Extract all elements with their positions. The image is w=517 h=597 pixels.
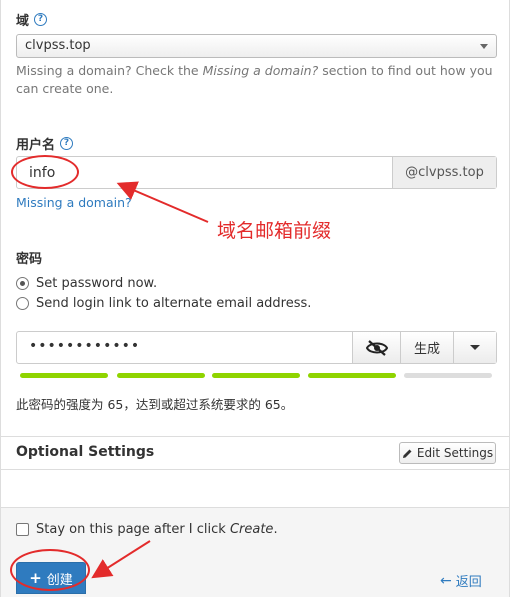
arrow-left-icon: ← [440, 572, 452, 589]
domain-suffix-addon: @clvpss.top [392, 157, 496, 188]
back-link[interactable]: ← 返回 [440, 571, 482, 591]
edit-settings-button[interactable]: Edit Settings [399, 442, 496, 464]
annotation-circle-username [11, 155, 79, 189]
stay-on-page-checkbox[interactable] [16, 523, 29, 536]
domain-select-value: clvpss.top [25, 38, 91, 53]
domain-label-text: 域 [16, 14, 30, 29]
caret-down-icon [470, 345, 480, 350]
password-strength-text: 此密码的强度为 65，达到或超过系统要求的 65。 [16, 397, 294, 412]
strength-meter-segment-4 [308, 373, 396, 378]
strength-meter-segment-1 [20, 373, 108, 378]
radio-set-password[interactable]: Set password now. [16, 276, 157, 291]
help-icon[interactable]: ? [60, 137, 74, 150]
divider [1, 469, 509, 470]
domain-select[interactable]: clvpss.top [16, 34, 497, 58]
caret-down-icon [480, 44, 488, 49]
stay-prefix: Stay on this page after I click [36, 522, 230, 537]
optional-settings-title: Optional Settings [16, 444, 155, 460]
password-label-text: 密码 [16, 252, 43, 267]
hint-prefix: Missing a domain? Check the [16, 63, 203, 78]
password-input-group: •••••••••••• 生成 [16, 331, 497, 364]
generate-options-dropdown[interactable] [453, 332, 496, 363]
pencil-icon [402, 449, 412, 458]
stay-em: Create [229, 522, 274, 537]
strength-meter-segment-3 [212, 373, 300, 378]
eye-slash-icon [365, 339, 388, 356]
radio-button[interactable] [16, 297, 29, 310]
hint-em: Missing a domain? [202, 63, 319, 78]
strength-meter-segment-2 [117, 373, 205, 378]
radio-send-login-link[interactable]: Send login link to alternate email addre… [16, 296, 311, 311]
domain-label: 域 ? [16, 10, 48, 29]
generate-password-button[interactable]: 生成 [400, 332, 453, 363]
annotation-text: 域名邮箱前缀 [217, 220, 332, 242]
domain-hint: Missing a domain? Check the Missing a do… [16, 62, 501, 98]
stay-suffix: . [273, 522, 278, 537]
radio-label: Set password now. [36, 276, 158, 291]
username-label-text: 用户名 [16, 138, 56, 153]
username-label: 用户名 ? [16, 134, 74, 153]
divider [1, 436, 509, 437]
edit-settings-label: Edit Settings [416, 446, 494, 460]
password-input[interactable]: •••••••••••• [17, 332, 352, 363]
stay-on-page-checkbox-row[interactable]: Stay on this page after I click Create. [16, 522, 278, 537]
radio-label: Send login link to alternate email addre… [36, 296, 312, 311]
password-label: 密码 [16, 248, 42, 267]
stay-on-page-label: Stay on this page after I click Create. [36, 522, 278, 537]
missing-domain-link[interactable]: Missing a domain? [16, 195, 132, 210]
radio-button[interactable] [16, 277, 29, 290]
annotation-circle-create [10, 549, 90, 591]
strength-meter-segment-5 [404, 373, 492, 378]
toggle-visibility-button[interactable] [352, 332, 400, 363]
help-icon[interactable]: ? [34, 13, 48, 26]
username-input-group: info @clvpss.top [16, 156, 497, 189]
back-label: 返回 [455, 575, 482, 590]
